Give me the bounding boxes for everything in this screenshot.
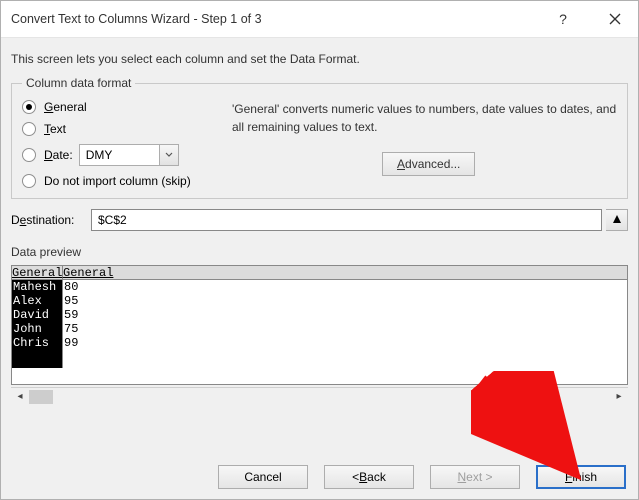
format-radio-list: General Text Date: [22,100,212,188]
scroll-right-icon[interactable]: ▸ [610,390,628,404]
date-format-input[interactable] [79,144,159,166]
radio-general[interactable] [22,100,36,114]
preview-horizontal-scrollbar[interactable]: ◂ ▸ [11,387,628,405]
preview-header-row: General General [12,266,627,280]
range-selector-button[interactable] [606,209,628,231]
window-controls: ? [548,7,630,31]
advanced-button[interactable]: Advanced... [382,152,475,176]
scroll-left-icon[interactable]: ◂ [11,390,29,404]
radio-skip-label: Do not import column (skip) [44,174,191,188]
destination-input[interactable] [91,209,602,231]
column-data-format-legend: Column data format [22,76,135,90]
close-icon[interactable] [600,7,630,31]
intro-text: This screen lets you select each column … [11,52,628,66]
column-data-format-group: Column data format General Text Date: [11,76,628,199]
destination-label: Destination: [11,213,81,227]
footer-buttons: Cancel < Back Next > Finish [218,465,626,489]
preview-header-2: General [63,266,113,280]
data-preview-box: General General Mahesh Alex David John C… [11,265,628,385]
radio-skip-row[interactable]: Do not import column (skip) [22,174,212,188]
back-button[interactable]: < Back [324,465,414,489]
radio-date[interactable] [22,148,36,162]
preview-col2[interactable]: 80 95 59 75 99 [63,280,627,368]
preview-col1-selected[interactable]: Mahesh Alex David John Chris [12,280,63,368]
preview-header-1: General [12,266,62,280]
radio-text-row[interactable]: Text [22,122,212,136]
titlebar: Convert Text to Columns Wizard - Step 1 … [1,1,638,38]
date-format-combo[interactable] [79,144,179,166]
radio-date-label: Date: [44,148,73,162]
radio-text[interactable] [22,122,36,136]
data-preview-label: Data preview [11,245,628,259]
finish-button[interactable]: Finish [536,465,626,489]
dialog-title: Convert Text to Columns Wizard - Step 1 … [11,12,262,26]
format-description-column: 'General' converts numeric values to num… [232,100,617,188]
help-icon[interactable]: ? [548,7,578,31]
range-selector-icon [611,214,623,226]
cancel-button[interactable]: Cancel [218,465,308,489]
preview-content[interactable]: General General Mahesh Alex David John C… [12,266,627,368]
radio-text-label: Text [44,122,66,136]
radio-skip[interactable] [22,174,36,188]
wizard-dialog: Convert Text to Columns Wizard - Step 1 … [0,0,639,500]
scroll-track[interactable] [29,390,610,404]
next-button[interactable]: Next > [430,465,520,489]
destination-row: Destination: [11,209,628,231]
radio-general-label: General [44,100,87,114]
radio-general-row[interactable]: General [22,100,212,114]
date-format-dropdown-icon[interactable] [159,144,179,166]
radio-date-row[interactable]: Date: [22,144,212,166]
scroll-thumb[interactable] [29,390,53,404]
format-description: 'General' converts numeric values to num… [232,100,617,136]
